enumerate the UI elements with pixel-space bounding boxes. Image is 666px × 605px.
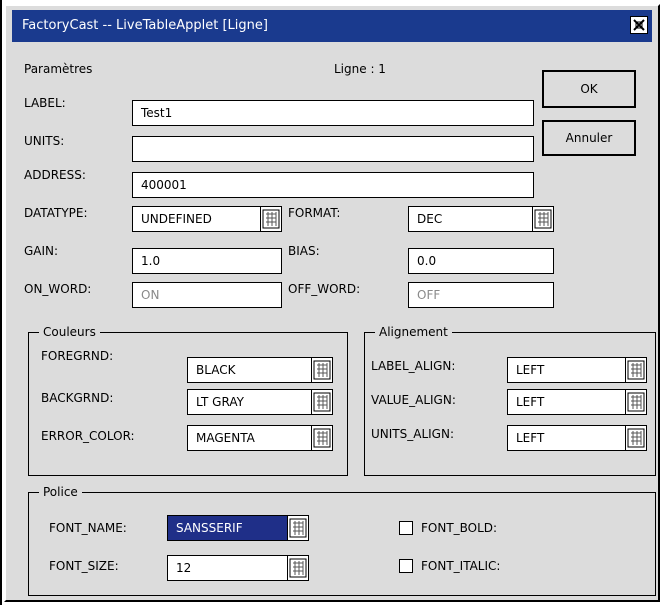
gain-input[interactable]: 1.0 xyxy=(132,248,282,274)
dropdown-arrow-icon[interactable] xyxy=(311,357,333,383)
font-name-label: FONT_NAME: xyxy=(49,521,127,535)
label-input[interactable]: Test1 xyxy=(132,100,534,126)
value-align-value: LEFT xyxy=(507,389,627,415)
dropdown-arrow-icon[interactable] xyxy=(287,515,309,541)
dropdown-arrow-icon[interactable] xyxy=(311,425,333,451)
gain-label: GAIN: xyxy=(24,244,59,258)
address-field-label: ADDRESS: xyxy=(24,168,86,182)
foregrnd-value: BLACK xyxy=(187,357,313,383)
font-size-dropdown[interactable]: 12 xyxy=(167,555,309,581)
units-input[interactable] xyxy=(132,136,534,162)
font-group: Police FONT_NAME: SANSSERIF FONT_BOLD: F… xyxy=(28,484,656,596)
error-color-dropdown[interactable]: MAGENTA xyxy=(187,425,333,451)
datatype-label: DATATYPE: xyxy=(24,206,88,220)
window-frame-edge xyxy=(0,0,2,605)
off-word-input[interactable]: OFF xyxy=(408,282,554,308)
label-align-value: LEFT xyxy=(507,357,627,383)
error-color-value: MAGENTA xyxy=(187,425,313,451)
value-align-dropdown[interactable]: LEFT xyxy=(507,389,647,415)
on-word-label: ON_WORD: xyxy=(24,282,92,296)
cancel-button[interactable]: Annuler xyxy=(542,120,636,156)
close-icon[interactable] xyxy=(630,16,648,34)
dialog-window: FactoryCast -- LiveTableApplet [Ligne] P… xyxy=(4,4,660,602)
label-align-dropdown[interactable]: LEFT xyxy=(507,357,647,383)
backgrnd-value: LT GRAY xyxy=(187,389,313,415)
font-size-value: 12 xyxy=(167,555,289,581)
datatype-dropdown[interactable]: UNDEFINED xyxy=(132,206,282,232)
colors-group-title: Couleurs xyxy=(39,324,100,340)
font-italic-label: FONT_ITALIC: xyxy=(421,559,501,573)
font-italic-checkbox[interactable] xyxy=(399,559,413,573)
format-value: DEC xyxy=(408,206,534,232)
value-align-label: VALUE_ALIGN: xyxy=(371,393,456,407)
dropdown-arrow-icon[interactable] xyxy=(532,206,554,232)
bias-label: BIAS: xyxy=(288,244,320,258)
backgrnd-label: BACKGRND: xyxy=(41,391,114,405)
dropdown-arrow-icon[interactable] xyxy=(311,389,333,415)
font-size-label: FONT_SIZE: xyxy=(49,559,119,573)
dropdown-arrow-icon[interactable] xyxy=(260,206,282,232)
font-name-dropdown[interactable]: SANSSERIF xyxy=(167,515,309,541)
off-word-label: OFF_WORD: xyxy=(288,282,361,296)
error-color-label: ERROR_COLOR: xyxy=(41,429,135,443)
label-align-label: LABEL_ALIGN: xyxy=(371,359,456,373)
foregrnd-label: FOREGRND: xyxy=(41,349,114,363)
units-field-label: UNITS: xyxy=(24,134,65,148)
format-label: FORMAT: xyxy=(288,206,341,220)
window-title: FactoryCast -- LiveTableApplet [Ligne] xyxy=(22,18,268,33)
units-align-label: UNITS_ALIGN: xyxy=(371,427,454,441)
datatype-value: UNDEFINED xyxy=(132,206,262,232)
on-word-input[interactable]: ON xyxy=(132,282,282,308)
title-bar[interactable]: FactoryCast -- LiveTableApplet [Ligne] xyxy=(12,10,652,42)
foregrnd-dropdown[interactable]: BLACK xyxy=(187,357,333,383)
bias-input[interactable]: 0.0 xyxy=(408,248,554,274)
backgrnd-dropdown[interactable]: LT GRAY xyxy=(187,389,333,415)
font-name-value: SANSSERIF xyxy=(167,515,289,541)
colors-group: Couleurs FOREGRND: BLACK BACKGRND: LT GR… xyxy=(28,324,348,476)
alignment-group: Alignement LABEL_ALIGN: LEFT VALUE_ALIGN… xyxy=(364,324,656,476)
address-input[interactable]: 400001 xyxy=(132,172,534,198)
alignment-group-title: Alignement xyxy=(375,324,452,340)
label-field-label: LABEL: xyxy=(24,96,66,110)
line-number-label: Ligne : 1 xyxy=(334,62,386,76)
params-label: Paramètres xyxy=(24,62,93,76)
dropdown-arrow-icon[interactable] xyxy=(625,389,647,415)
format-dropdown[interactable]: DEC xyxy=(408,206,554,232)
font-bold-label: FONT_BOLD: xyxy=(421,521,498,535)
dropdown-arrow-icon[interactable] xyxy=(625,357,647,383)
dropdown-arrow-icon[interactable] xyxy=(625,425,647,451)
units-align-dropdown[interactable]: LEFT xyxy=(507,425,647,451)
units-align-value: LEFT xyxy=(507,425,627,451)
font-bold-checkbox[interactable] xyxy=(399,521,413,535)
font-group-title: Police xyxy=(39,484,82,500)
ok-button[interactable]: OK xyxy=(542,70,636,108)
dropdown-arrow-icon[interactable] xyxy=(287,555,309,581)
